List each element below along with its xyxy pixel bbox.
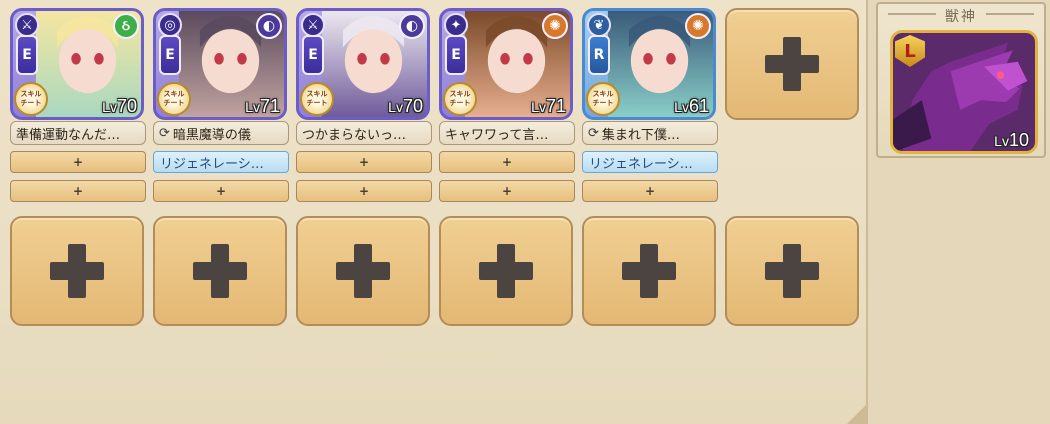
empty-unit-slot[interactable] bbox=[439, 216, 573, 326]
skill-cheat-badge-icon: スキル チート bbox=[14, 82, 48, 116]
skill-name-bar[interactable]: 準備運動なんだ… bbox=[10, 121, 146, 145]
class-icon: ⚔ bbox=[15, 13, 39, 37]
beast-card[interactable]: L Lv10 bbox=[890, 30, 1038, 154]
level-prefix: Lv bbox=[245, 99, 260, 115]
unit-level: Lv61 bbox=[674, 96, 709, 117]
skill-cheat-badge-icon: スキル チート bbox=[157, 82, 191, 116]
unit-level: Lv70 bbox=[388, 96, 423, 117]
rarity-badge: E bbox=[445, 35, 467, 75]
rarity-badge: R bbox=[588, 35, 610, 75]
level-value: 61 bbox=[688, 96, 709, 116]
level-value: 70 bbox=[116, 96, 137, 116]
refresh-icon: ⟳ bbox=[588, 125, 599, 141]
plus-icon bbox=[479, 244, 533, 298]
unit-level: Lv70 bbox=[102, 96, 137, 117]
beast-level: Lv10 bbox=[994, 130, 1029, 151]
accessory-slot-2[interactable]: + bbox=[296, 180, 432, 202]
empty-unit-slot[interactable] bbox=[10, 216, 144, 326]
skill-cheat-badge-icon: スキル チート bbox=[300, 82, 334, 116]
beast-level-prefix: Lv bbox=[994, 133, 1009, 149]
empty-unit-slot[interactable] bbox=[582, 216, 716, 326]
level-prefix: Lv bbox=[388, 99, 403, 115]
unit-card[interactable]: ◎ E ◐ スキル チート Lv71 bbox=[153, 8, 287, 120]
skill-name: 準備運動なんだ… bbox=[16, 127, 121, 143]
class-icon: ⚔ bbox=[301, 13, 325, 37]
legend-badge-letter: L bbox=[904, 40, 916, 62]
unit-card[interactable]: ❦ R ✺ スキル チート Lv61 bbox=[582, 8, 716, 120]
attribute-icon: ✺ bbox=[542, 13, 568, 39]
skill-name: つかまらないっ… bbox=[302, 127, 407, 143]
plus-icon bbox=[193, 244, 247, 298]
accessory-slot-1[interactable]: + bbox=[296, 151, 432, 173]
beast-level-value: 10 bbox=[1008, 130, 1029, 150]
class-icon: ❦ bbox=[587, 13, 611, 37]
skill-name: 集まれ下僕… bbox=[601, 127, 680, 143]
unit-level: Lv71 bbox=[531, 96, 566, 117]
accessory-slot-2[interactable]: + bbox=[10, 180, 146, 202]
attribute-icon: ઠ bbox=[113, 13, 139, 39]
skill-name-bar[interactable]: ⟳ 暗黒魔導の儀 bbox=[153, 121, 289, 145]
level-value: 70 bbox=[402, 96, 423, 116]
accessory-slot-2[interactable]: + bbox=[153, 180, 289, 202]
empty-unit-slot[interactable] bbox=[296, 216, 430, 326]
plus-icon bbox=[336, 244, 390, 298]
skill-name-bar[interactable]: ⟳ 集まれ下僕… bbox=[582, 121, 718, 145]
rarity-badge: E bbox=[159, 35, 181, 75]
rarity-badge: E bbox=[302, 35, 324, 75]
accessory-slot-1[interactable]: + bbox=[439, 151, 575, 173]
accessory-slot-2[interactable]: + bbox=[439, 180, 575, 202]
beast-panel: 獣神 L Lv10 bbox=[876, 2, 1046, 158]
plus-icon bbox=[765, 37, 819, 91]
unit-level: Lv71 bbox=[245, 96, 280, 117]
skill-name-bar[interactable]: キャワワって言… bbox=[439, 121, 575, 145]
level-prefix: Lv bbox=[102, 99, 117, 115]
attribute-icon: ◐ bbox=[399, 13, 425, 39]
accessory-slot-1[interactable]: + bbox=[10, 151, 146, 173]
plus-icon bbox=[765, 244, 819, 298]
skill-cheat-badge-icon: スキル チート bbox=[443, 82, 477, 116]
class-icon: ✦ bbox=[444, 13, 468, 37]
beast-title: 獣神 bbox=[945, 9, 977, 25]
plus-icon bbox=[622, 244, 676, 298]
refresh-icon: ⟳ bbox=[159, 125, 170, 141]
accessory-slot-2[interactable]: + bbox=[582, 180, 718, 202]
empty-unit-slot[interactable] bbox=[725, 8, 859, 120]
empty-unit-slot[interactable] bbox=[153, 216, 287, 326]
attribute-icon: ◐ bbox=[256, 13, 282, 39]
skill-name-bar[interactable]: つかまらないっ… bbox=[296, 121, 432, 145]
level-prefix: Lv bbox=[674, 99, 689, 115]
skill-cheat-badge-icon: スキル チート bbox=[586, 82, 620, 116]
plus-icon bbox=[50, 244, 104, 298]
skill-name: キャワワって言… bbox=[445, 127, 549, 143]
unit-card[interactable]: ⚔ E ◐ スキル チート Lv70 bbox=[296, 8, 430, 120]
rarity-badge: E bbox=[16, 35, 38, 75]
accessory-slot-1[interactable]: リジェネレーシ… bbox=[582, 151, 718, 173]
unit-card[interactable]: ✦ E ✺ スキル チート Lv71 bbox=[439, 8, 573, 120]
level-prefix: Lv bbox=[531, 99, 546, 115]
unit-card[interactable]: ⚔ E ઠ スキル チート Lv70 bbox=[10, 8, 144, 120]
class-icon: ◎ bbox=[158, 13, 182, 37]
skill-name: 暗黒魔導の儀 bbox=[172, 127, 251, 143]
level-value: 71 bbox=[259, 96, 280, 116]
empty-unit-slot[interactable] bbox=[725, 216, 859, 326]
attribute-icon: ✺ bbox=[685, 13, 711, 39]
accessory-slot-1[interactable]: リジェネレーシ… bbox=[153, 151, 289, 173]
level-value: 71 bbox=[545, 96, 566, 116]
